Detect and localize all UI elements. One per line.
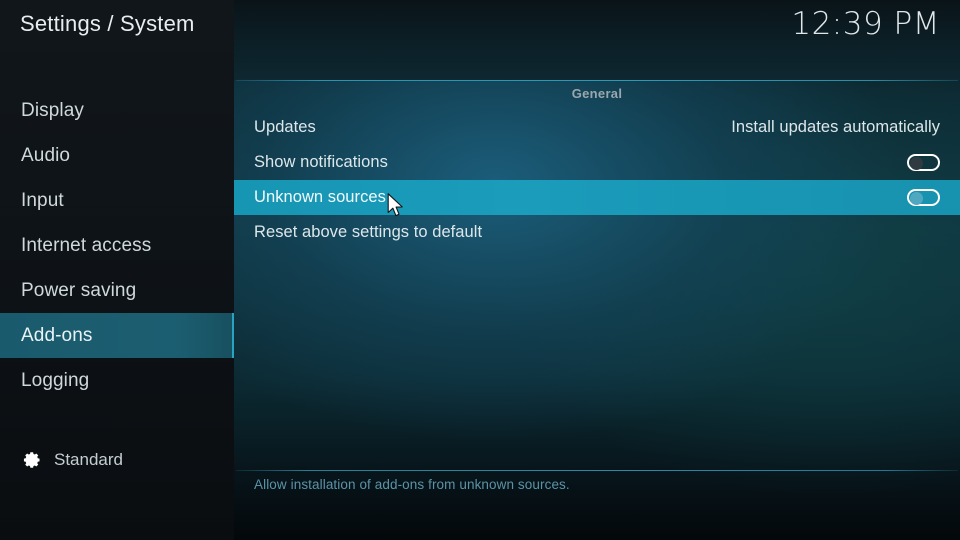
setting-label: Reset above settings to default	[254, 223, 483, 241]
sidebar-item-audio[interactable]: Audio	[0, 133, 234, 178]
sidebar-item-label: Display	[21, 99, 84, 121]
content-top-divider	[236, 80, 958, 81]
setting-label: Unknown sources	[254, 188, 386, 206]
gear-icon	[23, 452, 40, 468]
setting-row-unknown-sources[interactable]: Unknown sources	[234, 180, 960, 215]
sidebar-item-label: Internet access	[21, 234, 152, 256]
toggle-show-notifications[interactable]	[907, 154, 940, 171]
sidebar-item-logging[interactable]: Logging	[0, 358, 234, 403]
setting-label: Show notifications	[254, 153, 388, 171]
sidebar-item-label: Logging	[21, 369, 90, 391]
sidebar-item-label: Add-ons	[21, 324, 93, 346]
sidebar-item-display[interactable]: Display	[0, 88, 234, 133]
sidebar-item-input[interactable]: Input	[0, 178, 234, 223]
sidebar-item-power-saving[interactable]: Power saving	[0, 268, 234, 313]
sidebar-item-label: Power saving	[21, 279, 137, 301]
setting-row-updates[interactable]: Updates Install updates automatically	[234, 110, 960, 145]
content-bottom-divider	[236, 470, 958, 471]
content-background	[234, 0, 960, 540]
main-content-area	[234, 0, 960, 540]
settings-group-title: General	[571, 86, 623, 101]
toggle-knob	[910, 157, 923, 170]
sidebar-item-internet-access[interactable]: Internet access	[0, 223, 234, 268]
sidebar-nav: Display Audio Input Internet access Powe…	[0, 88, 234, 403]
settings-list: Updates Install updates automatically Sh…	[234, 110, 960, 250]
setting-label: Updates	[254, 118, 316, 136]
sidebar: Settings / System Display Audio Input In…	[0, 0, 234, 540]
kodi-settings-screen: 12:39 PM General Updates Install updates…	[0, 0, 960, 540]
sidebar-item-add-ons[interactable]: Add-ons	[0, 313, 234, 358]
toggle-knob	[910, 192, 923, 205]
setting-description: Allow installation of add-ons from unkno…	[254, 477, 570, 492]
page-title: Settings / System	[20, 11, 195, 36]
setting-row-reset-defaults[interactable]: Reset above settings to default	[234, 215, 960, 250]
clock: 12:39 PM	[791, 6, 940, 42]
sidebar-item-label: Audio	[21, 144, 71, 166]
sidebar-item-label: Input	[21, 189, 64, 211]
settings-level-label: Standard	[54, 450, 123, 469]
setting-row-show-notifications[interactable]: Show notifications	[234, 145, 960, 180]
setting-value: Install updates automatically	[731, 118, 940, 136]
settings-level-selector[interactable]: Standard	[20, 449, 123, 471]
toggle-unknown-sources[interactable]	[907, 189, 940, 206]
